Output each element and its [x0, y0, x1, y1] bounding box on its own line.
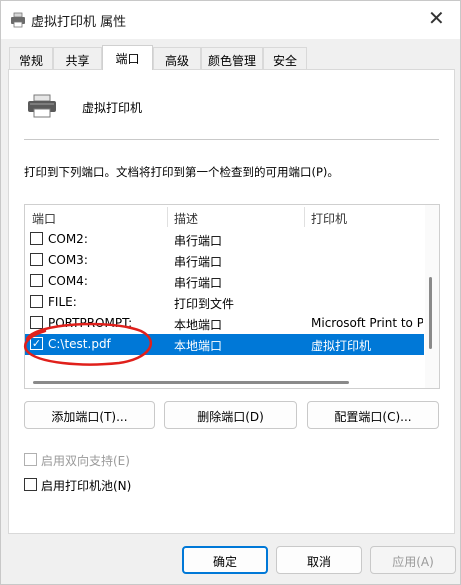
port-printer: Microsoft Print to P — [311, 316, 423, 330]
port-row-selected[interactable]: ✓ C:\test.pdf 本地端口 虚拟打印机 — [25, 334, 424, 355]
tab-advanced[interactable]: 高级 — [153, 47, 201, 69]
port-checkbox[interactable] — [30, 316, 43, 329]
cancel-button[interactable]: 取消 — [276, 546, 362, 574]
vertical-scroll-thumb[interactable] — [429, 277, 432, 349]
apply-button[interactable]: 应用(A) — [370, 546, 456, 574]
column-header-port[interactable]: 端口 — [25, 205, 56, 229]
tab-ports[interactable]: 端口 — [102, 45, 153, 70]
port-printer: 虚拟打印机 — [311, 339, 372, 353]
port-row[interactable]: FILE: 打印到文件 — [25, 292, 424, 313]
tab-color-management[interactable]: 颜色管理 — [201, 47, 263, 69]
title-bar: 虚拟打印机 属性 ✕ — [1, 1, 460, 39]
bidirectional-checkbox[interactable] — [24, 453, 37, 466]
port-name: COM3: — [48, 253, 88, 267]
printer-pooling-label: 启用打印机池(N) — [41, 479, 132, 493]
port-name: PORTPROMPT: — [48, 316, 133, 330]
port-row[interactable]: COM4: 串行端口 — [25, 271, 424, 292]
tab-sharing[interactable]: 共享 — [53, 47, 102, 69]
port-name: COM2: — [48, 232, 88, 246]
add-port-button[interactable]: 添加端口(T)... — [24, 401, 155, 429]
port-description: 串行端口 — [174, 234, 223, 248]
port-checkbox[interactable] — [30, 295, 43, 308]
port-list[interactable]: 端口 描述 打印机 COM2: 串行端口 COM3: 串行端口 COM4: 串行… — [24, 204, 440, 389]
port-row[interactable]: COM3: 串行端口 — [25, 250, 424, 271]
port-checkbox-checked[interactable]: ✓ — [30, 337, 43, 350]
port-row[interactable]: COM2: 串行端口 — [25, 229, 424, 250]
port-description: 串行端口 — [174, 255, 223, 269]
printer-icon — [28, 94, 56, 118]
horizontal-scroll-thumb[interactable] — [33, 381, 349, 384]
printer-icon — [11, 12, 25, 28]
column-header-printer[interactable]: 打印机 — [304, 205, 347, 229]
delete-port-button[interactable]: 删除端口(D) — [164, 401, 297, 429]
port-checkbox[interactable] — [30, 253, 43, 266]
printer-properties-dialog: 虚拟打印机 属性 ✕ 常规 共享 端口 高级 颜色管理 安全 虚拟打印机 打印到… — [0, 0, 461, 585]
vertical-scrollbar[interactable] — [425, 205, 439, 388]
horizontal-scrollbar[interactable] — [25, 376, 425, 388]
printer-name: 虚拟打印机 — [82, 101, 143, 115]
tab-security[interactable]: 安全 — [263, 47, 307, 69]
window-title: 虚拟打印机 属性 — [31, 15, 127, 30]
bidirectional-label: 启用双向支持(E) — [41, 454, 130, 468]
ports-description: 打印到下列端口。文档将打印到第一个检查到的可用端口(P)。 — [24, 165, 339, 179]
tab-general[interactable]: 常规 — [9, 47, 53, 69]
close-icon: ✕ — [428, 6, 445, 30]
ok-button[interactable]: 确定 — [182, 546, 268, 574]
port-checkbox[interactable] — [30, 274, 43, 287]
column-header-description[interactable]: 描述 — [167, 205, 198, 229]
port-row[interactable]: PORTPROMPT: 本地端口 Microsoft Print to P — [25, 313, 424, 334]
port-checkbox[interactable] — [30, 232, 43, 245]
printer-pooling-checkbox[interactable] — [24, 478, 37, 491]
port-name: FILE: — [48, 295, 77, 309]
divider — [24, 139, 439, 140]
close-button[interactable]: ✕ — [414, 1, 460, 39]
port-description: 串行端口 — [174, 276, 223, 290]
port-description: 本地端口 — [174, 339, 223, 353]
ports-panel: 虚拟打印机 打印到下列端口。文档将打印到第一个检查到的可用端口(P)。 端口 描… — [8, 69, 455, 534]
port-name: C:\test.pdf — [48, 337, 111, 351]
configure-port-button[interactable]: 配置端口(C)... — [307, 401, 439, 429]
tab-strip: 常规 共享 端口 高级 颜色管理 安全 — [9, 45, 454, 70]
port-description: 本地端口 — [174, 318, 223, 332]
port-name: COM4: — [48, 274, 88, 288]
port-description: 打印到文件 — [174, 297, 235, 311]
